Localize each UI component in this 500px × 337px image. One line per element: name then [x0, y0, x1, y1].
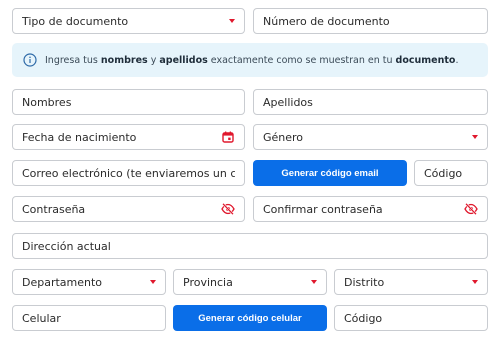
numero-documento-input[interactable]: Número de documento — [253, 8, 488, 34]
distrito-label: Distrito — [344, 275, 385, 289]
provincia-select[interactable]: Provincia — [173, 269, 327, 295]
calendar-icon[interactable] — [221, 130, 235, 144]
departamento-select[interactable]: Departamento — [12, 269, 166, 295]
caret-down-icon — [472, 135, 478, 139]
direccion-placeholder: Dirección actual — [22, 239, 111, 253]
eye-off-icon[interactable] — [221, 202, 235, 216]
confirmar-contrasena-placeholder: Confirmar contraseña — [263, 202, 383, 216]
apellidos-placeholder: Apellidos — [263, 95, 313, 109]
genero-label: Género — [263, 130, 304, 144]
apellidos-input[interactable]: Apellidos — [253, 89, 488, 115]
genero-select[interactable]: Género — [253, 124, 488, 150]
eye-off-icon[interactable] — [464, 202, 478, 216]
generar-codigo-email-button[interactable]: Generar código email — [253, 160, 407, 186]
info-notice: Ingresa tus nombres y apellidos exactame… — [12, 43, 488, 77]
codigo-celular-input[interactable]: Código — [334, 305, 488, 331]
celular-placeholder: Celular — [22, 311, 61, 325]
codigo-email-input[interactable]: Código — [414, 160, 488, 186]
departamento-label: Departamento — [22, 275, 103, 289]
generar-codigo-celular-button[interactable]: Generar código celular — [173, 305, 327, 331]
correo-input[interactable]: Correo electrónico (te enviaremos un cód… — [12, 160, 245, 186]
caret-down-icon — [150, 280, 156, 284]
correo-placeholder: Correo electrónico (te enviaremos un cód… — [22, 166, 235, 180]
codigo-email-placeholder: Código — [424, 166, 463, 180]
caret-down-icon — [311, 280, 317, 284]
fecha-nacimiento-placeholder: Fecha de nacimiento — [22, 130, 137, 144]
confirmar-contrasena-input[interactable]: Confirmar contraseña — [253, 196, 488, 222]
notice-text: Ingresa tus nombres y apellidos exactame… — [45, 54, 459, 66]
direccion-input[interactable]: Dirección actual — [12, 233, 488, 259]
codigo-celular-placeholder: Código — [344, 311, 383, 325]
fecha-nacimiento-input[interactable]: Fecha de nacimiento — [12, 124, 245, 150]
info-icon — [23, 53, 37, 67]
distrito-select[interactable]: Distrito — [334, 269, 488, 295]
tipo-documento-select[interactable]: Tipo de documento — [12, 8, 245, 34]
contrasena-input[interactable]: Contraseña — [12, 196, 245, 222]
nombres-placeholder: Nombres — [22, 95, 72, 109]
caret-down-icon — [229, 19, 235, 23]
contrasena-placeholder: Contraseña — [22, 202, 86, 216]
celular-input[interactable]: Celular — [12, 305, 166, 331]
nombres-input[interactable]: Nombres — [12, 89, 245, 115]
provincia-label: Provincia — [183, 275, 233, 289]
caret-down-icon — [472, 280, 478, 284]
tipo-documento-label: Tipo de documento — [22, 14, 129, 28]
numero-documento-placeholder: Número de documento — [263, 14, 390, 28]
